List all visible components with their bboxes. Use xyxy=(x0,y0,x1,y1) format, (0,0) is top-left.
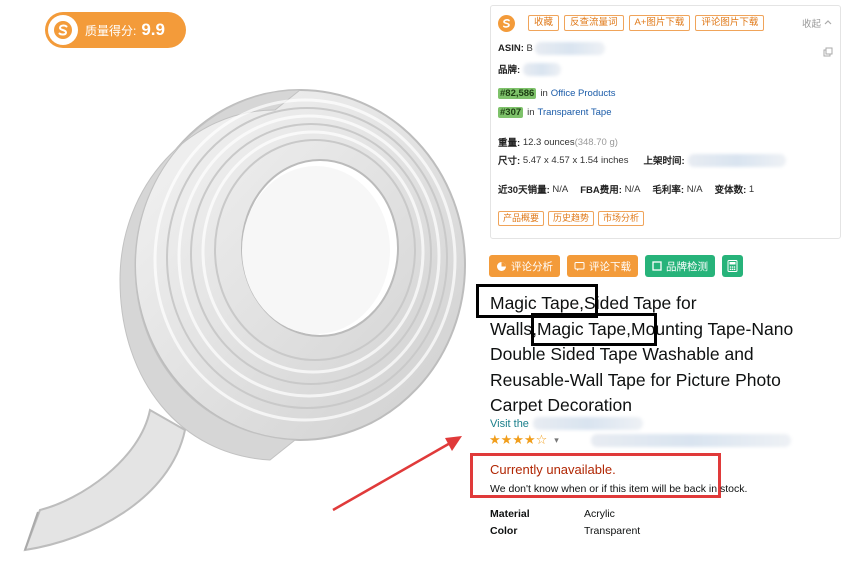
rating-stars: ★★★★☆ xyxy=(489,432,548,447)
metrics-row: 近30天销量: N/A FBA费用: N/A 毛利率: N/A 变体数: 1 xyxy=(498,182,755,197)
rank-badge-office: #82,586 xyxy=(498,88,537,99)
spec-row: Material Acrylic xyxy=(490,508,615,520)
weight-label: 重量: xyxy=(498,138,521,149)
review-analysis-button[interactable]: 评论分析 xyxy=(489,255,560,277)
asin-label: ASIN: xyxy=(498,43,524,54)
product-info-panel: 收藏 反查流量词 A+图片下载 评论图片下载 收起 ASIN: B 品牌: #8… xyxy=(490,5,841,239)
asin-value[interactable]: B xyxy=(527,43,533,54)
toolbar-logo-icon xyxy=(498,14,515,32)
listed-date-redacted xyxy=(687,153,786,167)
sales-30d-label: 近30天销量: xyxy=(498,185,550,196)
collapse-label: 收起 xyxy=(801,19,821,30)
rank-in-text: in xyxy=(540,88,548,99)
weight-row: 重量: 12.3 ounces (348.70 g) xyxy=(498,135,618,150)
favorite-button[interactable]: 收藏 xyxy=(528,15,560,31)
rating-chevron-down-icon: ▾ xyxy=(554,434,559,445)
spec-value: Transparent xyxy=(584,525,641,537)
listed-date-label: 上架时间: xyxy=(643,156,685,167)
action-buttons: 评论分析 评论下载 品牌检测 xyxy=(489,255,743,277)
visit-store-label: Visit the xyxy=(490,417,529,430)
collapse-chevron-icon xyxy=(824,20,832,25)
rank-row-office: #82,586 in Office Products xyxy=(498,88,616,99)
rank-category-tape-link[interactable]: Transparent Tape xyxy=(538,107,612,118)
sales-30d-value: N/A xyxy=(552,183,569,195)
rating-row[interactable]: ★★★★☆ ▾ xyxy=(489,432,791,448)
highlight-box-keyword-2 xyxy=(531,313,657,346)
product-image[interactable] xyxy=(20,80,470,560)
tab-market-analysis[interactable]: 市场分析 xyxy=(598,211,645,226)
weight-value: 12.3 ounces xyxy=(522,136,575,148)
size-row: 尺寸: 5.47 x 4.57 x 1.54 inches 上架时间: xyxy=(498,153,786,167)
store-name-redacted xyxy=(532,417,643,430)
panel-tabs: 产品概要 历史趋势 市场分析 xyxy=(498,211,648,226)
rank-category-office-link[interactable]: Office Products xyxy=(551,88,616,99)
quality-score-badge: 质量得分: 9.9 xyxy=(45,12,186,48)
product-title-line: Carpet Decoration xyxy=(490,395,633,415)
comment-icon xyxy=(574,261,585,271)
review-image-download-button[interactable]: 评论图片下载 xyxy=(695,15,765,31)
rank-badge-tape: #307 xyxy=(498,107,524,118)
brand-redacted xyxy=(523,62,562,76)
review-analysis-label: 评论分析 xyxy=(511,260,553,273)
quality-score-label: 质量得分: xyxy=(85,23,137,38)
asin-row: ASIN: B xyxy=(498,42,605,55)
brand-check-label: 品牌检测 xyxy=(666,260,708,273)
aplus-image-download-button[interactable]: A+图片下载 xyxy=(628,15,691,31)
availability-status: Currently unavailable. xyxy=(490,462,616,477)
collapse-toggle[interactable]: 收起 xyxy=(802,16,832,30)
spec-key: Material xyxy=(490,508,530,520)
seller-tool-logo-icon xyxy=(48,15,78,45)
spec-key: Color xyxy=(490,525,518,537)
calculator-button[interactable] xyxy=(722,255,743,277)
brand-label: 品牌: xyxy=(498,65,521,76)
brand-row: 品牌: xyxy=(498,62,562,76)
variants-value: 1 xyxy=(748,183,755,195)
fba-fee-label: FBA费用: xyxy=(580,185,622,196)
visit-store-link[interactable]: Visit the xyxy=(490,417,643,430)
size-label: 尺寸: xyxy=(498,156,521,167)
rank-row-tape: #307 in Transparent Tape xyxy=(498,107,611,118)
variants-label: 变体数: xyxy=(714,185,747,196)
margin-value: N/A xyxy=(686,183,703,195)
review-download-button[interactable]: 评论下载 xyxy=(567,255,638,277)
size-value: 5.47 x 4.57 x 1.54 inches xyxy=(522,154,629,166)
rating-count-redacted xyxy=(590,433,791,447)
rank-in-text: in xyxy=(527,107,535,118)
panel-toolbar: 收藏 反查流量词 A+图片下载 评论图片下载 收起 xyxy=(498,13,832,33)
availability-note: We don't know when or if this item will … xyxy=(490,483,748,495)
square-check-icon xyxy=(652,261,662,271)
tab-history-trend[interactable]: 历史趋势 xyxy=(548,211,595,226)
quality-score-value: 9.9 xyxy=(141,20,165,39)
fba-fee-value: N/A xyxy=(624,183,641,195)
spec-row: Color Transparent xyxy=(490,525,640,537)
product-title-line: Reusable-Wall Tape for Picture Photo xyxy=(490,369,781,390)
brand-check-button[interactable]: 品牌检测 xyxy=(645,255,715,277)
weight-grams: (348.70 g) xyxy=(574,136,618,148)
review-download-label: 评论下载 xyxy=(589,260,631,273)
margin-label: 毛利率: xyxy=(652,185,685,196)
spec-value: Acrylic xyxy=(584,508,615,520)
tab-product-summary[interactable]: 产品概要 xyxy=(498,211,545,226)
calculator-icon xyxy=(727,260,738,272)
pie-chart-icon xyxy=(497,261,506,271)
asin-redacted xyxy=(534,42,605,55)
reverse-keyword-button[interactable]: 反查流量词 xyxy=(564,15,624,31)
copy-icon[interactable] xyxy=(823,47,833,57)
